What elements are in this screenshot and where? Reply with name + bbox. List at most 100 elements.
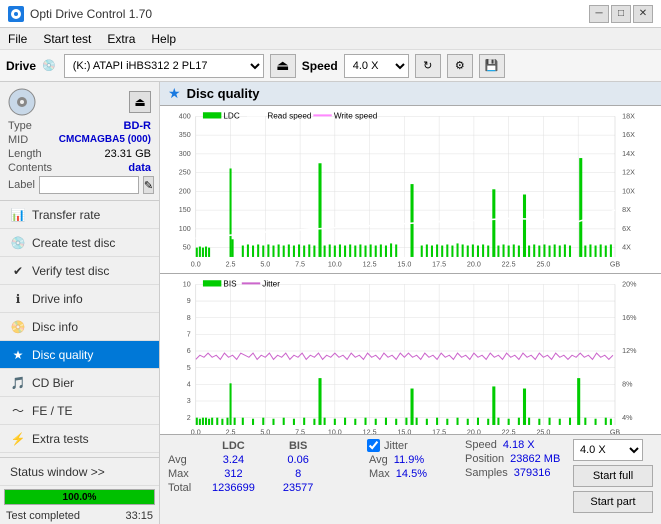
svg-text:2.5: 2.5 — [226, 427, 236, 434]
avg-label: Avg — [168, 453, 198, 467]
jitter-max-label: Max — [369, 468, 390, 480]
svg-text:16X: 16X — [622, 130, 635, 139]
jitter-header-label: Jitter — [384, 440, 408, 452]
sidebar-item-disc-quality[interactable]: ★ Disc quality — [0, 341, 159, 369]
sidebar-item-verify-test-disc[interactable]: ✔ Verify test disc — [0, 257, 159, 285]
contents-value: data — [128, 162, 151, 174]
position-stat-value: 23862 MB — [510, 453, 560, 465]
svg-text:250: 250 — [179, 168, 191, 177]
disc-eject-button[interactable]: ⏏ — [129, 91, 151, 113]
svg-text:6X: 6X — [622, 224, 631, 233]
sidebar-item-transfer-rate[interactable]: 📊 Transfer rate — [0, 201, 159, 229]
quality-header: ★ Disc quality — [160, 82, 661, 106]
speed-select[interactable]: 4.0 X — [344, 54, 409, 78]
progress-text: 100.0% — [63, 492, 97, 503]
svg-text:300: 300 — [179, 149, 191, 158]
ldc-chart: 400 350 300 250 200 150 100 50 18X 16X 1… — [160, 106, 661, 273]
menu-extra[interactable]: Extra — [99, 30, 143, 48]
drive-select[interactable]: (K:) ATAPI iHBS312 2 PL17 — [64, 54, 264, 78]
svg-text:17.5: 17.5 — [432, 427, 446, 434]
close-button[interactable]: ✕ — [633, 5, 653, 23]
menu-start-test[interactable]: Start test — [35, 30, 99, 48]
svg-text:12.5: 12.5 — [363, 427, 377, 434]
eject-button[interactable]: ⏏ — [270, 54, 296, 78]
svg-text:4: 4 — [187, 379, 191, 388]
svg-text:8X: 8X — [622, 205, 631, 214]
create-test-disc-icon: 💿 — [10, 235, 26, 251]
save-button[interactable]: 💾 — [479, 54, 505, 78]
svg-text:BIS: BIS — [223, 279, 237, 288]
avg-ldc: 3.24 — [198, 453, 269, 467]
svg-text:5.0: 5.0 — [260, 427, 270, 434]
svg-text:5.0: 5.0 — [260, 259, 270, 268]
svg-text:10: 10 — [183, 279, 191, 288]
status-text-row: Test completed 33:15 — [0, 508, 159, 524]
sidebar-item-cd-bier[interactable]: 🎵 CD Bier — [0, 369, 159, 397]
jitter-checkbox[interactable] — [367, 439, 380, 452]
app-title: Opti Drive Control 1.70 — [30, 7, 152, 21]
svg-text:20.0: 20.0 — [467, 427, 481, 434]
status-time: 33:15 — [125, 510, 153, 522]
nav-label-transfer-rate: Transfer rate — [32, 208, 100, 222]
svg-text:350: 350 — [179, 130, 191, 139]
svg-text:18X: 18X — [622, 111, 635, 120]
content-area: ★ Disc quality — [160, 82, 661, 524]
svg-text:9: 9 — [187, 296, 191, 305]
drive-icon: 💿 — [42, 59, 56, 72]
type-label: Type — [8, 120, 32, 132]
svg-text:7: 7 — [187, 329, 191, 338]
svg-text:2.5: 2.5 — [226, 259, 236, 268]
svg-text:4X: 4X — [622, 243, 631, 252]
titlebar-left: Opti Drive Control 1.70 — [8, 6, 152, 22]
svg-text:22.5: 22.5 — [502, 259, 516, 268]
toolbar: Drive 💿 (K:) ATAPI iHBS312 2 PL17 ⏏ Spee… — [0, 50, 661, 82]
disc-info-icon: 📀 — [10, 319, 26, 335]
refresh-button[interactable]: ↻ — [415, 54, 441, 78]
svg-text:10.0: 10.0 — [328, 427, 342, 434]
speed-stat-row: Speed 4.18 X — [465, 439, 565, 451]
sidebar-item-fe-te[interactable]: 〜 FE / TE — [0, 397, 159, 425]
menu-file[interactable]: File — [0, 30, 35, 48]
samples-stat-row: Samples 379316 — [465, 467, 565, 479]
svg-text:Write speed: Write speed — [334, 111, 378, 120]
sidebar-item-drive-info[interactable]: ℹ Drive info — [0, 285, 159, 313]
label-input[interactable] — [39, 176, 139, 194]
start-full-button[interactable]: Start full — [573, 465, 653, 487]
transfer-rate-icon: 📊 — [10, 207, 26, 223]
menubar: File Start test Extra Help — [0, 28, 661, 50]
status-section: Status window >> 100.0% Test completed 3… — [0, 457, 159, 524]
titlebar-controls: ─ □ ✕ — [589, 5, 653, 23]
bis-header: BIS — [269, 439, 328, 453]
start-part-button[interactable]: Start part — [573, 491, 653, 513]
sidebar: ⏏ Type BD-R MID CMCMAGBA5 (000) Length 2… — [0, 82, 160, 524]
config-button[interactable]: ⚙ — [447, 54, 473, 78]
minimize-button[interactable]: ─ — [589, 5, 609, 23]
charts-area: 400 350 300 250 200 150 100 50 18X 16X 1… — [160, 106, 661, 434]
svg-text:12.5: 12.5 — [363, 259, 377, 268]
nav-label-fe-te: FE / TE — [32, 404, 72, 418]
menu-help[interactable]: Help — [143, 30, 184, 48]
svg-text:15.0: 15.0 — [397, 259, 411, 268]
svg-text:50: 50 — [183, 243, 191, 252]
status-window-button[interactable]: Status window >> — [0, 458, 159, 486]
sidebar-item-extra-tests[interactable]: ⚡ Extra tests — [0, 425, 159, 453]
type-value: BD-R — [124, 120, 152, 132]
max-bis: 8 — [269, 467, 328, 481]
ldc-bis-table: LDC BIS Avg 3.24 0.06 Max — [168, 439, 363, 495]
bis-chart: 10 9 8 7 6 5 4 3 2 20% 16% 12% 8% 4% 0 — [160, 274, 661, 434]
nav-label-create-test-disc: Create test disc — [32, 236, 115, 250]
svg-text:25.0: 25.0 — [536, 427, 550, 434]
svg-text:GB: GB — [610, 259, 621, 268]
svg-text:17.5: 17.5 — [432, 259, 446, 268]
speed-select-stats[interactable]: 4.0 X — [573, 439, 643, 461]
cd-bier-icon: 🎵 — [10, 375, 26, 391]
maximize-button[interactable]: □ — [611, 5, 631, 23]
sidebar-item-disc-info[interactable]: 📀 Disc info — [0, 313, 159, 341]
mid-value: CMCMAGBA5 (000) — [59, 134, 151, 146]
total-bis: 23577 — [269, 481, 328, 495]
svg-text:Read speed: Read speed — [267, 111, 311, 120]
label-edit-button[interactable]: ✎ — [143, 176, 154, 194]
svg-text:14X: 14X — [622, 149, 635, 158]
sidebar-item-create-test-disc[interactable]: 💿 Create test disc — [0, 229, 159, 257]
svg-text:8%: 8% — [622, 379, 633, 388]
